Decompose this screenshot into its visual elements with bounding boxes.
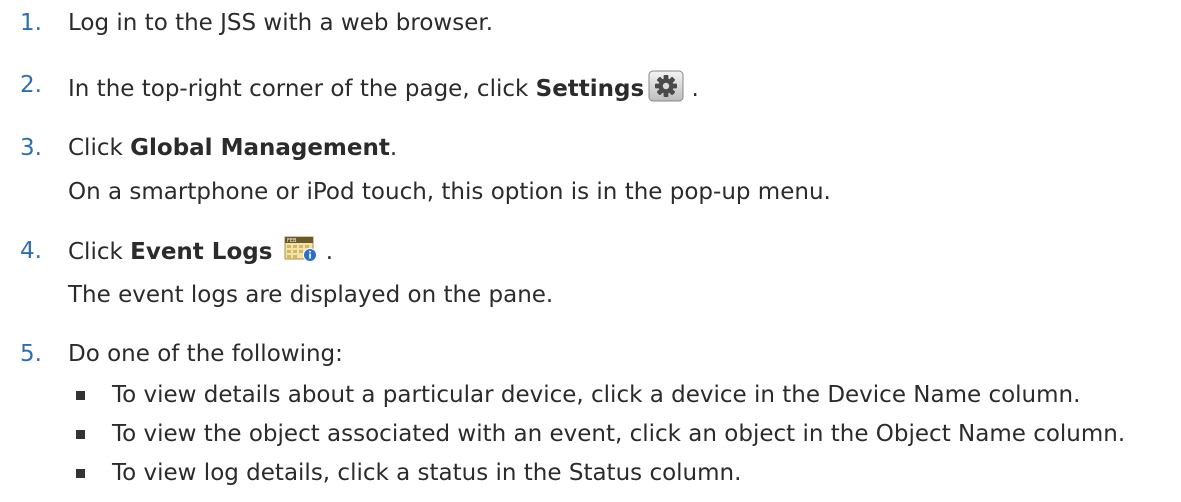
step-number: 5. [20,341,42,367]
step-number: 2. [20,72,42,98]
step-text: Click Event Logs FEB . [68,236,333,267]
calendar-month-label: FEB [287,238,297,244]
step-text-pre: In the top-right corner of the page, cli… [68,76,536,102]
bullet-marker [76,469,85,478]
event-logs-label: Event Logs [130,239,273,265]
step-text-post: . [684,76,699,102]
bullet-marker [76,430,85,439]
step-number: 3. [20,135,42,161]
settings-label: Settings [535,76,645,102]
bullet-marker [76,391,85,400]
step-4-note: The event logs are displayed on the pane… [68,282,554,308]
step-text: In the top-right corner of the page, cli… [68,70,699,104]
step-number: 4. [20,238,42,264]
bullet-item: To view the object associated with an ev… [112,421,1126,447]
step-text: Log in to the JSS with a web browser. [68,10,494,36]
step-text-post: . [389,135,398,161]
step-3-note: On a smartphone or iPod touch, this opti… [68,179,831,205]
step-text: Do one of the following: [68,341,343,367]
step-number: 1. [20,10,42,36]
gear-icon [648,70,684,102]
bullet-item: To view details about a particular devic… [112,382,1081,408]
global-management-label: Global Management [130,135,390,161]
bullet-item: To view log details, click a status in t… [112,460,742,486]
step-text: Click Global Management. [68,133,397,163]
calendar-info-icon: FEB [284,236,318,262]
step-text-post: . [318,239,334,265]
step-text-pre: Click [68,239,131,265]
step-text-pre: Click [68,135,131,161]
